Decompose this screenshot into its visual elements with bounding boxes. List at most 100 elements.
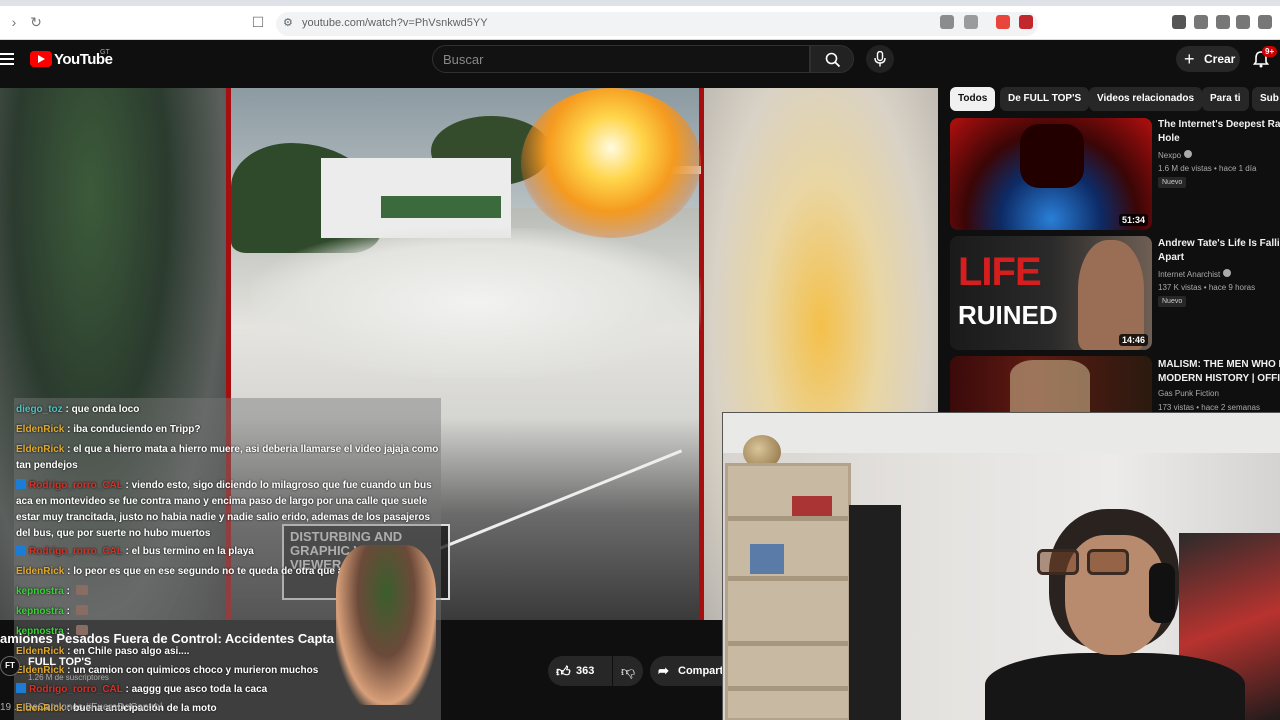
voice-search-button[interactable] bbox=[866, 45, 894, 73]
extensions-puzzle-icon[interactable] bbox=[1172, 15, 1186, 29]
plus-icon: + bbox=[1184, 49, 1195, 69]
emote-icon bbox=[75, 585, 88, 595]
chip-for-you[interactable]: Para ti bbox=[1202, 87, 1249, 111]
download-icon[interactable] bbox=[1216, 15, 1230, 29]
chat-separator: : bbox=[122, 684, 132, 695]
recommendation-title[interactable]: Andrew Tate's Life Is Falling bbox=[1158, 237, 1280, 251]
profile-icon[interactable] bbox=[1194, 15, 1208, 29]
recommendation-title-line-2[interactable]: Hole bbox=[1158, 132, 1280, 146]
dislike-button[interactable]: 👎︎ bbox=[613, 656, 643, 686]
headset bbox=[1149, 563, 1175, 623]
verified-icon bbox=[1184, 150, 1193, 158]
youtube-header: YouTube GT + Crear 9+ bbox=[0, 40, 1280, 88]
streamer-sticker bbox=[336, 545, 436, 705]
chat-text: un camion con quimicos choco y murieron … bbox=[73, 665, 319, 676]
video-building bbox=[321, 158, 511, 238]
video-hashtags[interactable]: 19 ... DeCamiones #FueraDeControl bbox=[0, 702, 162, 713]
create-button[interactable]: + Crear bbox=[1176, 46, 1240, 72]
emote-icon bbox=[75, 605, 88, 615]
chat-text: que onda loco bbox=[71, 404, 140, 415]
shelf-box bbox=[750, 544, 784, 574]
streamer-shirt bbox=[985, 653, 1245, 720]
site-info-icon[interactable]: ⚙ bbox=[283, 16, 293, 29]
webcam-ceiling bbox=[723, 413, 1280, 453]
video-title: amiones Pesados Fuera de Control: Accide… bbox=[0, 631, 334, 646]
thumbnail-face bbox=[1020, 124, 1084, 188]
video-duration: 14:46 bbox=[1118, 334, 1148, 346]
chip-related[interactable]: Videos relacionados bbox=[1089, 87, 1203, 111]
channel-avatar[interactable]: FT bbox=[0, 656, 20, 676]
youtube-logo-icon[interactable] bbox=[30, 51, 52, 67]
chat-username: EldenRick bbox=[16, 444, 65, 455]
recommendation-channel[interactable]: Gas Punk Fiction bbox=[1158, 389, 1219, 398]
share-label: Compartir bbox=[678, 665, 723, 677]
forward-icon[interactable]: › bbox=[6, 14, 22, 30]
chat-separator: : bbox=[122, 546, 132, 557]
url-text: youtube.com/watch?v=PhVsnkwd5YY bbox=[302, 17, 488, 29]
translate-icon[interactable] bbox=[940, 15, 954, 29]
channel-label: Nexpo bbox=[1158, 151, 1182, 160]
search-icon bbox=[825, 52, 841, 68]
chat-separator: : bbox=[122, 480, 132, 491]
chip-subscriptions[interactable]: Sub bbox=[1252, 87, 1280, 111]
recommendation-channel[interactable]: Internet Anarchist bbox=[1158, 269, 1232, 279]
explosion bbox=[521, 88, 701, 238]
create-label: Crear bbox=[1204, 52, 1236, 66]
chat-username: kepnostra bbox=[16, 606, 64, 617]
thumbnail-text: LIFE bbox=[958, 250, 1042, 294]
recommendation-views: 1.6 M de vistas • hace 1 día bbox=[1158, 164, 1257, 173]
recommendation-thumbnail[interactable]: LIFE RUINED 14:46 bbox=[950, 236, 1152, 350]
chat-text: iba conduciendo en Tripp? bbox=[73, 424, 201, 435]
reload-icon[interactable]: ↻ bbox=[28, 14, 44, 30]
microphone-icon bbox=[874, 51, 886, 67]
twitch-icon bbox=[16, 479, 26, 489]
extension-icon[interactable] bbox=[1019, 15, 1033, 29]
webcam-overlay bbox=[722, 412, 1280, 720]
recommendation-thumbnail[interactable]: 51:34 bbox=[950, 118, 1152, 230]
cast-icon[interactable] bbox=[964, 15, 978, 29]
thumbnail-text-2: RUINED bbox=[958, 300, 1058, 330]
chat-username: Rodrigo_rorro_CAL bbox=[29, 480, 123, 491]
thumbs-up-icon: 👍︎ bbox=[556, 663, 571, 679]
search-input[interactable] bbox=[433, 46, 793, 72]
share-button[interactable]: ➦ Compartir bbox=[650, 656, 723, 686]
notifications-badge: 9+ bbox=[1262, 46, 1278, 57]
adblock-extension-icon[interactable] bbox=[996, 15, 1010, 29]
chat-separator: : bbox=[63, 606, 73, 617]
chat-message: Rodrigo_rorro_CAL : viendo esto, sigo di… bbox=[16, 478, 441, 542]
tab-strip bbox=[0, 0, 1280, 6]
bookmark-icon[interactable]: ☐ bbox=[250, 14, 266, 30]
chat-separator: : bbox=[64, 444, 74, 455]
chip-from-channel[interactable]: De FULL TOP'S bbox=[1000, 87, 1090, 111]
share-icon: ➦ bbox=[658, 663, 669, 678]
new-badge: Nuevo bbox=[1158, 296, 1187, 307]
chat-username: EldenRick bbox=[16, 424, 65, 435]
recommendation-title[interactable]: The Internet's Deepest Rabb bbox=[1158, 118, 1280, 132]
recommendation-title[interactable]: MALISM: THE MEN WHO BU bbox=[1158, 358, 1280, 372]
recommendation-title-line-2[interactable]: Apart bbox=[1158, 251, 1280, 265]
address-bar[interactable]: ⚙ youtube.com/watch?v=PhVsnkwd5YY bbox=[276, 12, 1038, 36]
chat-separator: : bbox=[64, 566, 74, 577]
recommendation-views: 137 K vistas • hace 9 horas bbox=[1158, 283, 1256, 292]
door bbox=[849, 505, 901, 720]
thumbs-down-icon: 👎︎ bbox=[620, 663, 636, 679]
chat-username: Rodrigo_rorro_CAL bbox=[29, 546, 123, 557]
channel-label: Internet Anarchist bbox=[1158, 270, 1221, 279]
recommendation-thumbnail[interactable] bbox=[950, 356, 1152, 412]
menu-icon[interactable] bbox=[1258, 15, 1272, 29]
twitch-icon bbox=[16, 545, 26, 555]
recommendation-title-line-2[interactable]: MODERN HISTORY | OFFICI bbox=[1158, 372, 1280, 386]
chip-todos[interactable]: Todos bbox=[950, 87, 996, 111]
channel-name[interactable]: FULL TOP'S bbox=[28, 656, 91, 668]
search-box bbox=[432, 45, 810, 73]
verified-icon bbox=[1223, 269, 1232, 277]
chat-username: EldenRick bbox=[16, 566, 65, 577]
like-button[interactable]: 👍︎ 363 bbox=[548, 656, 612, 686]
sidebar-icon[interactable] bbox=[1236, 15, 1250, 29]
thumbnail-art bbox=[1010, 360, 1090, 412]
hamburger-menu-icon[interactable] bbox=[0, 53, 14, 67]
chat-username: Rodrigo_rorro_CAL bbox=[29, 684, 123, 695]
recommendation-channel[interactable]: Nexpo bbox=[1158, 150, 1193, 160]
chat-text: aaggg que asco toda la caca bbox=[131, 684, 268, 695]
search-button[interactable] bbox=[810, 45, 854, 73]
